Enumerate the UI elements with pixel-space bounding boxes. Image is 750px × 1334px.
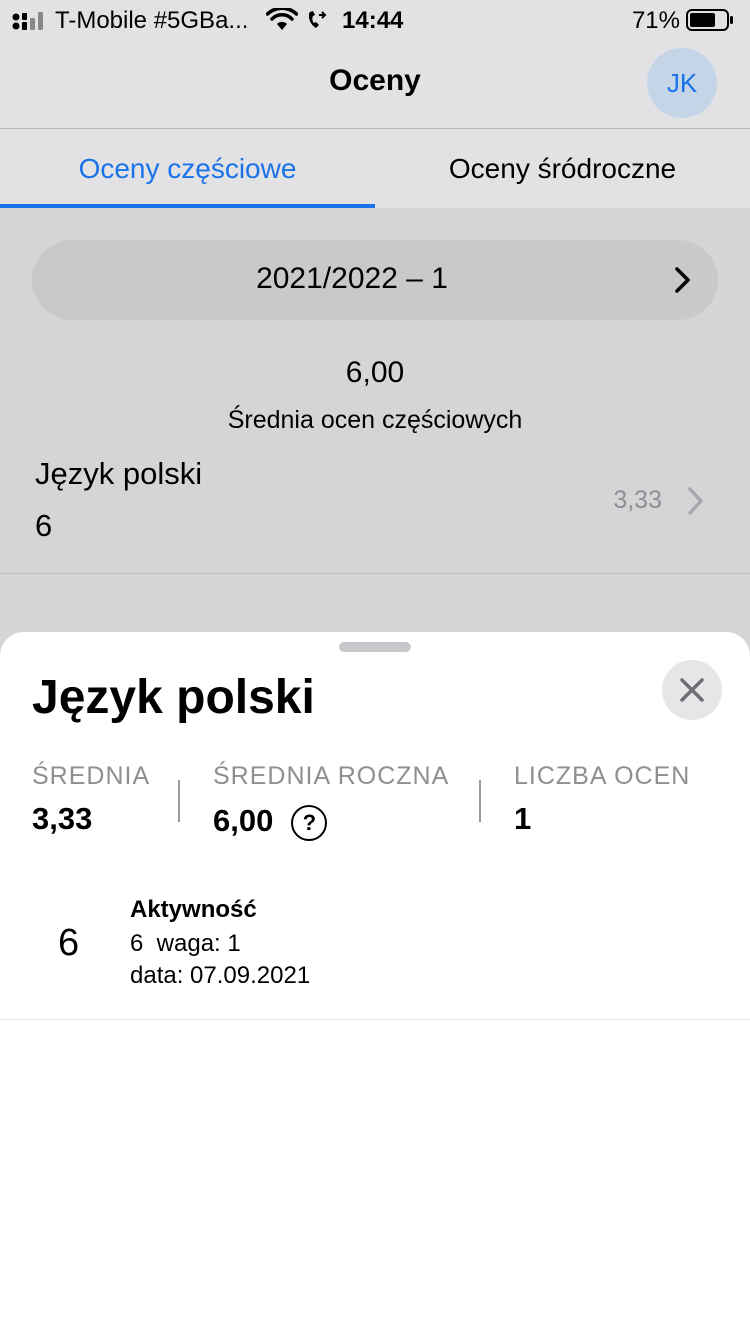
average-value: 6,00	[345, 356, 405, 389]
grade-category: Aktywność	[130, 896, 257, 923]
stat-divider	[479, 780, 481, 822]
stat-value: 6,00	[213, 803, 274, 838]
stat-divider	[178, 780, 180, 822]
signal-icon	[12, 12, 43, 30]
stat-grade-count: LICZBA OCEN 1	[514, 762, 690, 837]
chevron-right-icon	[688, 487, 703, 515]
stat-value-wrap: 1	[514, 801, 690, 837]
status-bar: T-Mobile #5GBa... 14:44 71%	[0, 0, 750, 42]
tab-label: Oceny śródroczne	[448, 153, 677, 184]
battery-icon	[686, 9, 733, 31]
page-title: Oceny	[329, 64, 421, 97]
subject-detail-sheet: Język polski ŚREDNIA 3,33 ŚREDNIA ROCZNA…	[0, 632, 750, 1334]
avatar[interactable]: JK	[647, 48, 717, 118]
stat-label: LICZBA OCEN	[514, 762, 691, 790]
tab-bar: Oceny częściowe Oceny śródroczne	[0, 128, 750, 209]
screen: T-Mobile #5GBa... 14:44 71% Oceny JK Oce…	[0, 0, 750, 1334]
close-button[interactable]	[662, 660, 722, 720]
tab-label: Oceny częściowe	[78, 153, 297, 184]
navigation-bar: Oceny JK	[0, 42, 750, 128]
grade-value: 6	[58, 922, 80, 964]
tab-oceny-srodroczne[interactable]: Oceny śródroczne	[375, 129, 750, 209]
stat-value-wrap: 6,00 ?	[213, 801, 449, 841]
grade-row[interactable]: 6 Aktywność 6 waga: 1 data: 07.09.2021	[0, 886, 750, 1020]
call-forward-icon	[308, 11, 327, 28]
subject-row[interactable]: Język polski 6 3,33	[0, 448, 750, 574]
stat-yearly-average: ŚREDNIA ROCZNA 6,00 ?	[213, 762, 449, 841]
battery-percent: 71%	[631, 7, 680, 34]
stat-value: 3,33	[32, 801, 93, 836]
help-icon[interactable]: ?	[291, 805, 328, 841]
grade-detail: 6 waga: 1	[130, 930, 241, 957]
subject-name: Język polski	[35, 456, 203, 491]
chevron-right-icon	[675, 267, 690, 293]
wifi-icon	[266, 8, 298, 30]
sheet-grabber[interactable]	[339, 642, 411, 652]
stat-label: ŚREDNIA ROCZNA	[213, 762, 450, 790]
stat-value-wrap: 3,33	[32, 801, 150, 837]
stat-value: 1	[514, 801, 532, 836]
sheet-title: Język polski	[32, 671, 315, 724]
grade-date: data: 07.09.2021	[130, 962, 311, 989]
clock: 14:44	[342, 7, 404, 34]
tab-oceny-czesciowe[interactable]: Oceny częściowe	[0, 129, 375, 209]
average-label: Średnia ocen częściowych	[227, 406, 523, 434]
close-icon	[680, 678, 704, 702]
stats-row: ŚREDNIA 3,33 ŚREDNIA ROCZNA 6,00 ? LICZB…	[0, 762, 750, 842]
carrier-name: T-Mobile #5GBa...	[55, 7, 249, 34]
subject-grades: 6	[35, 508, 53, 543]
period-selector[interactable]: 2021/2022 – 1	[32, 240, 718, 320]
stat-average: ŚREDNIA 3,33	[32, 762, 150, 837]
stat-label: ŚREDNIA	[32, 762, 151, 790]
period-label: 2021/2022 – 1	[256, 262, 448, 295]
subject-average: 3,33	[613, 486, 662, 514]
